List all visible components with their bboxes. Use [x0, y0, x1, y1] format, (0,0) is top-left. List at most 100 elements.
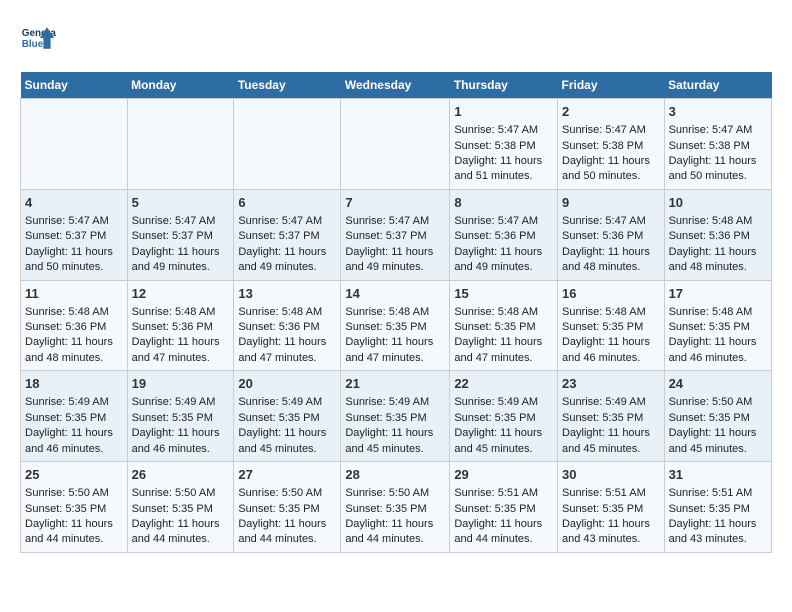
day-info: and 50 minutes. — [562, 169, 660, 184]
day-info: and 47 minutes. — [454, 351, 553, 366]
calendar-cell: 1Sunrise: 5:47 AMSunset: 5:38 PMDaylight… — [450, 99, 558, 190]
page-header: General Blue — [20, 20, 772, 56]
weekday-header-monday: Monday — [127, 72, 234, 99]
day-info: Daylight: 11 hours — [345, 517, 445, 532]
calendar-week-4: 18Sunrise: 5:49 AMSunset: 5:35 PMDayligh… — [21, 371, 772, 462]
day-info: Sunrise: 5:49 AM — [454, 395, 553, 410]
calendar-cell: 8Sunrise: 5:47 AMSunset: 5:36 PMDaylight… — [450, 189, 558, 280]
day-number: 4 — [25, 194, 123, 212]
day-info: and 50 minutes. — [25, 260, 123, 275]
day-info: Daylight: 11 hours — [132, 335, 230, 350]
day-number: 12 — [132, 285, 230, 303]
day-info: and 46 minutes. — [132, 442, 230, 457]
day-info: Sunrise: 5:48 AM — [669, 305, 767, 320]
day-info: Daylight: 11 hours — [25, 245, 123, 260]
calendar-cell: 16Sunrise: 5:48 AMSunset: 5:35 PMDayligh… — [557, 280, 664, 371]
day-info: Sunset: 5:36 PM — [238, 320, 336, 335]
calendar-cell: 7Sunrise: 5:47 AMSunset: 5:37 PMDaylight… — [341, 189, 450, 280]
day-info: Sunset: 5:35 PM — [238, 411, 336, 426]
day-number: 7 — [345, 194, 445, 212]
day-info: Daylight: 11 hours — [562, 154, 660, 169]
calendar-cell — [127, 99, 234, 190]
day-info: Sunrise: 5:49 AM — [132, 395, 230, 410]
calendar-cell — [341, 99, 450, 190]
day-number: 1 — [454, 103, 553, 121]
day-info: and 47 minutes. — [345, 351, 445, 366]
day-info: Sunset: 5:35 PM — [562, 502, 660, 517]
calendar-cell — [234, 99, 341, 190]
day-info: Daylight: 11 hours — [562, 517, 660, 532]
day-info: Daylight: 11 hours — [669, 154, 767, 169]
calendar-cell: 3 Sunrise: 5:47 AMSunset: 5:38 PMDaylight… — [664, 99, 771, 190]
calendar-cell: 6Sunrise: 5:47 AMSunset: 5:37 PMDaylight… — [234, 189, 341, 280]
day-info: Sunset: 5:35 PM — [562, 320, 660, 335]
day-info: and 44 minutes. — [25, 532, 123, 547]
day-info: Sunrise: 5:48 AM — [562, 305, 660, 320]
day-number: 9 — [562, 194, 660, 212]
day-info: Sunset: 5:36 PM — [562, 229, 660, 244]
day-info: and 50 minutes. — [669, 169, 767, 184]
day-info: Sunset: 5:35 PM — [669, 320, 767, 335]
calendar-cell: 26Sunrise: 5:50 AMSunset: 5:35 PMDayligh… — [127, 462, 234, 553]
calendar-cell: 24Sunrise: 5:50 AMSunset: 5:35 PMDayligh… — [664, 371, 771, 462]
day-info: Daylight: 11 hours — [238, 426, 336, 441]
day-info: Sunrise: 5:47 AM — [669, 123, 767, 138]
day-number: 26 — [132, 466, 230, 484]
day-info: Sunrise: 5:49 AM — [562, 395, 660, 410]
day-info: and 46 minutes. — [669, 351, 767, 366]
calendar-week-2: 4Sunrise: 5:47 AMSunset: 5:37 PMDaylight… — [21, 189, 772, 280]
calendar-week-1: 1Sunrise: 5:47 AMSunset: 5:38 PMDaylight… — [21, 99, 772, 190]
day-info: and 45 minutes. — [345, 442, 445, 457]
day-info: Daylight: 11 hours — [132, 245, 230, 260]
day-info: Sunset: 5:35 PM — [669, 502, 767, 517]
logo: General Blue — [20, 20, 56, 56]
day-info: and 49 minutes. — [454, 260, 553, 275]
day-info: Sunrise: 5:47 AM — [454, 214, 553, 229]
day-info: Daylight: 11 hours — [238, 517, 336, 532]
day-info: and 46 minutes. — [25, 442, 123, 457]
weekday-header-tuesday: Tuesday — [234, 72, 341, 99]
day-info: Sunrise: 5:50 AM — [132, 486, 230, 501]
day-number: 2 — [562, 103, 660, 121]
day-info: Sunset: 5:35 PM — [669, 411, 767, 426]
day-info: and 45 minutes. — [454, 442, 553, 457]
day-info: and 47 minutes. — [238, 351, 336, 366]
day-info: and 48 minutes. — [25, 351, 123, 366]
day-number: 25 — [25, 466, 123, 484]
day-number: 14 — [345, 285, 445, 303]
calendar-cell: 28Sunrise: 5:50 AMSunset: 5:35 PMDayligh… — [341, 462, 450, 553]
day-number: 18 — [25, 375, 123, 393]
day-info: Sunrise: 5:51 AM — [562, 486, 660, 501]
calendar-cell: 9Sunrise: 5:47 AMSunset: 5:36 PMDaylight… — [557, 189, 664, 280]
day-info: Sunset: 5:35 PM — [132, 411, 230, 426]
calendar-cell: 30Sunrise: 5:51 AMSunset: 5:35 PMDayligh… — [557, 462, 664, 553]
weekday-header-friday: Friday — [557, 72, 664, 99]
day-number: 13 — [238, 285, 336, 303]
day-info: and 44 minutes. — [345, 532, 445, 547]
calendar-cell: 13Sunrise: 5:48 AMSunset: 5:36 PMDayligh… — [234, 280, 341, 371]
calendar-cell: 17Sunrise: 5:48 AMSunset: 5:35 PMDayligh… — [664, 280, 771, 371]
day-number: 16 — [562, 285, 660, 303]
calendar-week-3: 11Sunrise: 5:48 AMSunset: 5:36 PMDayligh… — [21, 280, 772, 371]
logo-icon: General Blue — [20, 20, 56, 56]
day-info: Sunset: 5:37 PM — [132, 229, 230, 244]
day-info: Sunrise: 5:50 AM — [345, 486, 445, 501]
day-info: and 44 minutes. — [132, 532, 230, 547]
day-info: Daylight: 11 hours — [454, 426, 553, 441]
day-info: and 46 minutes. — [562, 351, 660, 366]
day-info: and 44 minutes. — [454, 532, 553, 547]
calendar-cell: 21Sunrise: 5:49 AMSunset: 5:35 PMDayligh… — [341, 371, 450, 462]
day-info: Sunrise: 5:47 AM — [454, 123, 553, 138]
day-info: Daylight: 11 hours — [25, 517, 123, 532]
day-info: Sunset: 5:37 PM — [238, 229, 336, 244]
day-number: 10 — [669, 194, 767, 212]
day-info: Sunrise: 5:50 AM — [669, 395, 767, 410]
day-info: and 48 minutes. — [562, 260, 660, 275]
day-info: Sunset: 5:38 PM — [669, 139, 767, 154]
day-info: Sunset: 5:35 PM — [454, 320, 553, 335]
calendar-cell: 14Sunrise: 5:48 AMSunset: 5:35 PMDayligh… — [341, 280, 450, 371]
day-info: and 45 minutes. — [562, 442, 660, 457]
day-number: 19 — [132, 375, 230, 393]
calendar-cell: 19Sunrise: 5:49 AMSunset: 5:35 PMDayligh… — [127, 371, 234, 462]
day-number: 3 — [669, 103, 767, 121]
